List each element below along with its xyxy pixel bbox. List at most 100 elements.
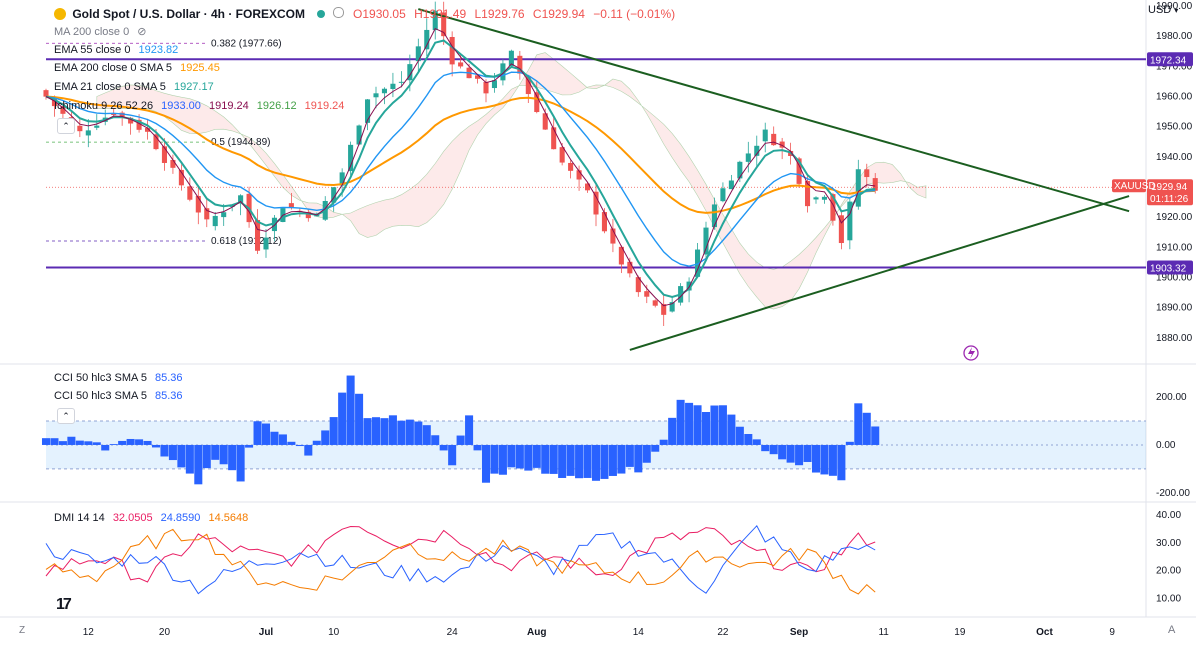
cci-bar bbox=[524, 444, 533, 471]
chart-canvas[interactable]: 1880.001890.001900.001910.001920.001930.… bbox=[0, 0, 1196, 648]
cci-bar bbox=[566, 444, 575, 476]
cci-bar bbox=[778, 444, 787, 460]
cci-bar bbox=[151, 444, 161, 448]
ichimoku-label: Ichimoku 9 26 52 26 bbox=[54, 100, 154, 112]
lower-trendline[interactable] bbox=[629, 195, 1130, 351]
candle-body bbox=[821, 196, 827, 200]
candle-body bbox=[551, 127, 557, 150]
collapse-cci-legend-button[interactable]: ⌃ bbox=[57, 408, 75, 424]
tradingview-logo-icon[interactable]: 17 bbox=[56, 596, 72, 614]
legend-ema21[interactable]: EMA 21 close 0 SMA 5 1927.17 bbox=[54, 80, 219, 94]
fib-label: 0.618 (1912.12) bbox=[211, 236, 282, 247]
candle-body bbox=[221, 212, 227, 218]
time-tick-label: 9 bbox=[1109, 627, 1115, 638]
cci-bar bbox=[685, 402, 694, 445]
legend-ema200[interactable]: EMA 200 close 0 SMA 5 1925.45 bbox=[54, 61, 225, 75]
upper-trendline[interactable] bbox=[418, 8, 1130, 213]
candle-body bbox=[458, 62, 464, 67]
legend-ema55[interactable]: EMA 55 close 0 1923.82 bbox=[54, 43, 183, 57]
cci-bar bbox=[50, 438, 59, 445]
legend-cci-2[interactable]: CCI 50 hlc3 SMA 5 85.36 bbox=[54, 389, 188, 403]
cci-bar bbox=[507, 444, 516, 468]
cci-bar bbox=[168, 444, 177, 461]
candle-body bbox=[77, 125, 83, 132]
cci-bar bbox=[600, 444, 609, 479]
chart-stage[interactable]: 1880.001890.001900.001910.001920.001930.… bbox=[0, 0, 1196, 648]
adx-value: 14.5648 bbox=[208, 512, 249, 524]
dmi-tick-label: 40.00 bbox=[1156, 510, 1181, 521]
adx-line[interactable] bbox=[45, 528, 876, 595]
cci-bar bbox=[405, 419, 414, 445]
candle-body bbox=[170, 159, 176, 168]
cci-bar bbox=[498, 444, 507, 475]
ichimoku-value-3: 1926.12 bbox=[256, 100, 297, 112]
dmi-minus-line[interactable] bbox=[45, 524, 876, 595]
cci-bar bbox=[532, 444, 541, 468]
cci-bar bbox=[329, 417, 338, 445]
legend-dmi[interactable]: DMI 14 14 32.0505 24.8590 14.5648 bbox=[54, 511, 253, 525]
candle-body bbox=[415, 46, 421, 62]
cci-bar bbox=[642, 444, 651, 463]
cci-bar bbox=[473, 444, 482, 451]
cci-bar bbox=[219, 444, 228, 465]
cci-bar bbox=[321, 430, 330, 445]
cci-bar bbox=[549, 444, 558, 474]
cci-bar bbox=[481, 444, 491, 483]
candle-body bbox=[263, 237, 269, 250]
candle-body bbox=[348, 144, 354, 172]
cci-bar bbox=[676, 399, 685, 445]
cci-bar bbox=[41, 438, 51, 445]
cci-bar bbox=[431, 435, 440, 445]
cci-bar bbox=[456, 435, 465, 445]
symbol-tag: XAUUSD bbox=[1114, 181, 1156, 192]
legend-cci-1[interactable]: CCI 50 hlc3 SMA 5 85.36 bbox=[54, 371, 188, 385]
price-tick-label: 1950.00 bbox=[1156, 122, 1193, 133]
cci-bar bbox=[744, 434, 753, 445]
legend-ma200[interactable]: MA 200 close 0 ⊘ bbox=[54, 25, 152, 39]
cci-bar bbox=[735, 426, 744, 445]
fib-label: 0.382 (1977.66) bbox=[211, 38, 282, 49]
cci-bar bbox=[338, 392, 347, 445]
candle-body bbox=[601, 212, 607, 232]
cci-value-1: 85.36 bbox=[155, 372, 183, 384]
timezone-button[interactable]: Z bbox=[19, 625, 25, 636]
cci-bar bbox=[490, 444, 499, 474]
cci-bar bbox=[541, 444, 550, 474]
candle-body bbox=[85, 130, 91, 136]
cci-tick-label: 0.00 bbox=[1156, 440, 1176, 451]
symbol-legend: Gold Spot / U.S. Dollar · 4h · FOREXCOM … bbox=[54, 7, 680, 21]
cci-bar bbox=[515, 444, 524, 469]
ichimoku-value-1: 1933.00 bbox=[161, 100, 201, 112]
cci-bar bbox=[795, 444, 804, 466]
currency-selector[interactable]: USD ▾ bbox=[1148, 4, 1178, 16]
ema55-label: EMA 55 close 0 bbox=[54, 44, 131, 56]
cci-bar bbox=[295, 444, 304, 447]
price-tick-label: 1960.00 bbox=[1156, 92, 1193, 103]
symbol-title: Gold Spot / U.S. Dollar · 4h · FOREXCOM bbox=[72, 7, 306, 21]
eye-icon[interactable] bbox=[332, 7, 344, 18]
cci-bar bbox=[228, 444, 237, 471]
cci-bar bbox=[287, 441, 296, 445]
candle-body bbox=[813, 197, 819, 200]
hidden-eye-icon[interactable]: ⊘ bbox=[137, 26, 146, 38]
cci-bar bbox=[828, 444, 837, 476]
candle-body bbox=[644, 291, 650, 297]
cci-bar bbox=[380, 418, 389, 445]
cci-bar bbox=[304, 444, 313, 456]
gold-icon bbox=[54, 8, 66, 20]
time-tick-label: 14 bbox=[633, 627, 645, 638]
cci-bar bbox=[583, 444, 592, 478]
collapse-legend-button[interactable]: ⌃ bbox=[57, 118, 75, 134]
candle-body bbox=[771, 133, 777, 146]
time-tick-label: Sep bbox=[790, 627, 808, 638]
dmi-plus-line[interactable] bbox=[45, 525, 876, 583]
legend-ichimoku[interactable]: Ichimoku 9 26 52 26 1933.00 1919.24 1926… bbox=[54, 99, 349, 113]
support-price-tag: 1903.32 bbox=[1150, 264, 1187, 275]
cci-bar bbox=[769, 444, 778, 455]
resistance-price-tag: 1972.34 bbox=[1150, 55, 1187, 66]
cci-value-2: 85.36 bbox=[155, 390, 183, 402]
price-tick-label: 1890.00 bbox=[1156, 303, 1193, 314]
dmi-tick-label: 10.00 bbox=[1156, 593, 1181, 604]
cci-bar bbox=[346, 375, 355, 445]
axis-settings-icon[interactable]: A bbox=[1168, 624, 1175, 636]
